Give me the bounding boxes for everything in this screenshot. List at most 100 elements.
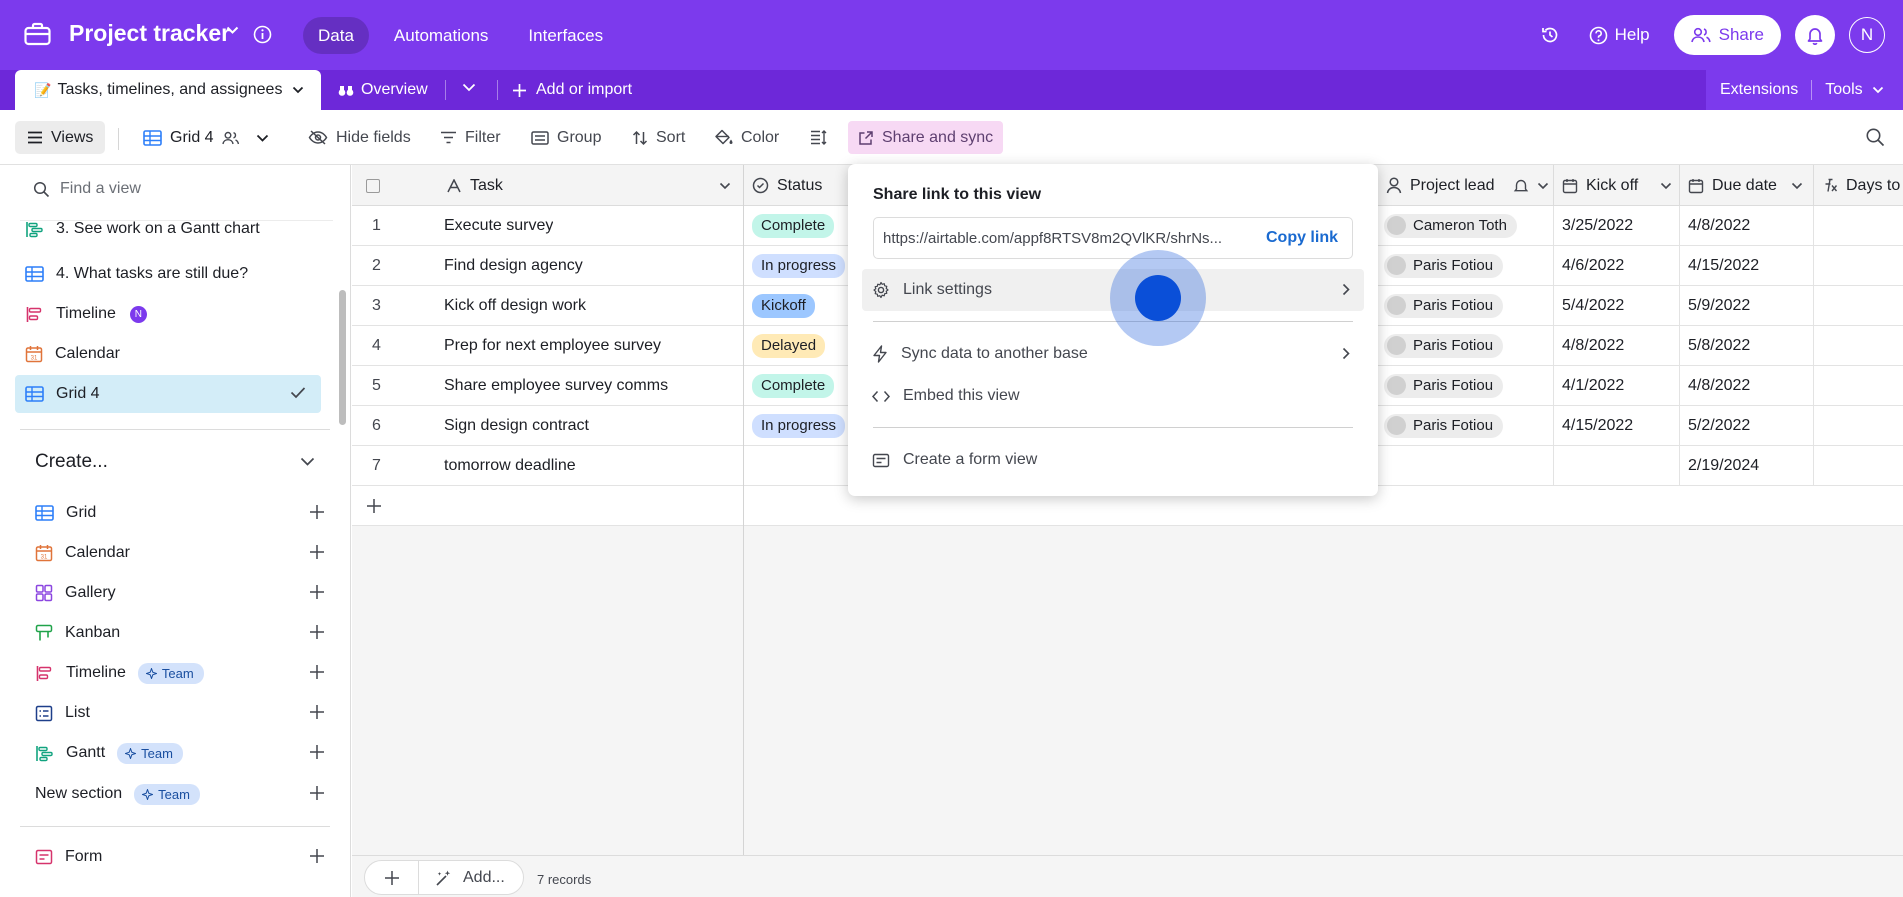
plus-icon[interactable]: [309, 664, 325, 680]
create-gantt[interactable]: Gantt Team: [35, 736, 325, 770]
chevron-down-icon[interactable]: [226, 26, 239, 35]
kick-off-cell[interactable]: 3/25/2022: [1562, 206, 1633, 245]
task-cell[interactable]: Share employee survey comms: [444, 366, 668, 405]
column-header-due-date[interactable]: Due date: [1680, 165, 1814, 206]
select-all-checkbox[interactable]: [366, 178, 380, 193]
due-date-cell[interactable]: 4/8/2022: [1688, 206, 1750, 245]
search-icon[interactable]: [1865, 127, 1885, 147]
status-cell[interactable]: Complete: [752, 206, 835, 245]
sync-data-item[interactable]: Sync data to another base: [862, 333, 1364, 375]
create-gallery[interactable]: Gallery: [35, 576, 325, 610]
kick-off-cell[interactable]: 4/15/2022: [1562, 406, 1633, 445]
due-date-cell[interactable]: 4/15/2022: [1688, 246, 1759, 285]
due-date-cell[interactable]: 5/2/2022: [1688, 406, 1750, 445]
create-calendar[interactable]: 31 Calendar: [35, 536, 325, 570]
create-list[interactable]: List: [35, 696, 325, 730]
add-record-button[interactable]: [365, 861, 419, 894]
status-cell[interactable]: In progress: [752, 406, 846, 445]
create-form-view-item[interactable]: Create a form view: [862, 439, 1364, 481]
help-button[interactable]: Help: [1589, 25, 1650, 45]
views-toggle-button[interactable]: Views: [15, 121, 106, 154]
status-cell[interactable]: Complete: [752, 366, 835, 405]
kick-off-cell[interactable]: 4/8/2022: [1562, 326, 1624, 365]
plus-icon[interactable]: [309, 704, 325, 720]
project-lead-cell[interactable]: Cameron Toth: [1384, 206, 1517, 245]
copy-link-button[interactable]: Copy link: [1266, 229, 1338, 247]
plus-icon[interactable]: [309, 544, 325, 560]
project-lead-cell[interactable]: Paris Fotiou: [1384, 326, 1504, 365]
filter-button[interactable]: Filter: [440, 121, 501, 154]
kick-off-cell[interactable]: 4/1/2022: [1562, 366, 1624, 405]
color-button[interactable]: Color: [714, 121, 779, 154]
kick-off-cell[interactable]: 5/4/2022: [1562, 286, 1624, 325]
project-lead-cell[interactable]: Paris Fotiou: [1384, 366, 1504, 405]
task-cell[interactable]: Prep for next employee survey: [444, 326, 661, 365]
plus-icon[interactable]: [309, 504, 325, 520]
project-lead-cell[interactable]: Paris Fotiou: [1384, 286, 1504, 325]
tab-tasks-timelines[interactable]: 📝 Tasks, timelines, and assignees: [15, 70, 321, 110]
nav-interfaces[interactable]: Interfaces: [513, 17, 618, 54]
sort-button[interactable]: Sort: [632, 121, 685, 154]
nav-data[interactable]: Data: [303, 17, 369, 54]
due-date-cell[interactable]: 5/9/2022: [1688, 286, 1750, 325]
extensions-button[interactable]: Extensions: [1720, 81, 1798, 99]
embed-view-item[interactable]: Embed this view: [862, 375, 1364, 417]
view-item-timeline[interactable]: Timeline N: [15, 295, 321, 333]
row-height-button[interactable]: [810, 121, 827, 154]
due-date-cell[interactable]: 5/8/2022: [1688, 326, 1750, 365]
view-item-grid-4[interactable]: Grid 4: [15, 375, 321, 413]
sidebar-scrollbar[interactable]: [339, 290, 346, 425]
project-lead-cell[interactable]: Paris Fotiou: [1384, 406, 1504, 445]
chevron-down-icon[interactable]: [300, 457, 315, 466]
create-section-title[interactable]: Create...: [35, 451, 108, 473]
notifications-button[interactable]: [1795, 15, 1835, 55]
task-cell[interactable]: Sign design contract: [444, 406, 589, 445]
status-cell[interactable]: In progress: [752, 246, 846, 285]
create-timeline[interactable]: Timeline Team: [35, 656, 325, 690]
kick-off-cell[interactable]: 4/6/2022: [1562, 246, 1624, 285]
base-title[interactable]: Project tracker: [69, 20, 230, 47]
briefcase-icon[interactable]: [24, 22, 51, 46]
create-grid[interactable]: Grid: [35, 496, 325, 530]
due-date-cell[interactable]: 4/8/2022: [1688, 366, 1750, 405]
view-item-calendar[interactable]: 31 Calendar: [15, 335, 321, 373]
status-cell[interactable]: Delayed: [752, 326, 826, 365]
view-item-tasks-due[interactable]: 4. What tasks are still due?: [15, 255, 321, 293]
view-item-gantt[interactable]: 3. See work on a Gantt chart: [15, 214, 321, 244]
share-url[interactable]: https://airtable.com/appf8RTSV8m2QVlKR/s…: [874, 230, 1254, 247]
tab-overview[interactable]: Overview: [338, 70, 428, 110]
tools-button[interactable]: Tools: [1825, 81, 1883, 99]
chevron-down-icon[interactable]: [292, 86, 304, 94]
task-cell[interactable]: tomorrow deadline: [444, 446, 576, 485]
task-cell[interactable]: Execute survey: [444, 206, 553, 245]
group-button[interactable]: Group: [531, 121, 601, 154]
plus-icon[interactable]: [309, 785, 325, 801]
plus-icon[interactable]: [309, 848, 325, 864]
create-new-section[interactable]: New section Team: [35, 777, 325, 811]
plus-icon[interactable]: [309, 624, 325, 640]
share-and-sync-button[interactable]: Share and sync: [848, 121, 1004, 154]
task-cell[interactable]: Kick off design work: [444, 286, 586, 325]
plus-icon[interactable]: [309, 744, 325, 760]
plus-icon[interactable]: [366, 498, 382, 514]
column-header-project-lead[interactable]: Project lead: [1378, 165, 1554, 206]
column-header-days-to[interactable]: Days to: [1814, 165, 1903, 206]
history-icon[interactable]: [1535, 20, 1565, 50]
find-view-search[interactable]: Find a view: [33, 180, 141, 198]
hide-fields-button[interactable]: Hide fields: [308, 121, 411, 154]
create-kanban[interactable]: Kanban: [35, 616, 325, 650]
column-header-kick-off[interactable]: Kick off: [1554, 165, 1680, 206]
nav-automations[interactable]: Automations: [379, 17, 504, 54]
current-view-button[interactable]: Grid 4: [143, 121, 269, 154]
user-avatar[interactable]: N: [1849, 17, 1885, 53]
plus-icon[interactable]: [309, 584, 325, 600]
task-cell[interactable]: Find design agency: [444, 246, 583, 285]
share-link-field[interactable]: https://airtable.com/appf8RTSV8m2QVlKR/s…: [873, 217, 1353, 259]
share-button[interactable]: Share: [1673, 15, 1781, 55]
due-date-cell[interactable]: 2/19/2024: [1688, 446, 1759, 485]
project-lead-cell[interactable]: Paris Fotiou: [1384, 246, 1504, 285]
chevron-down-icon[interactable]: [462, 83, 476, 92]
info-icon[interactable]: [253, 25, 272, 44]
create-form[interactable]: Form: [35, 840, 325, 874]
column-header-task[interactable]: Task: [430, 165, 744, 206]
